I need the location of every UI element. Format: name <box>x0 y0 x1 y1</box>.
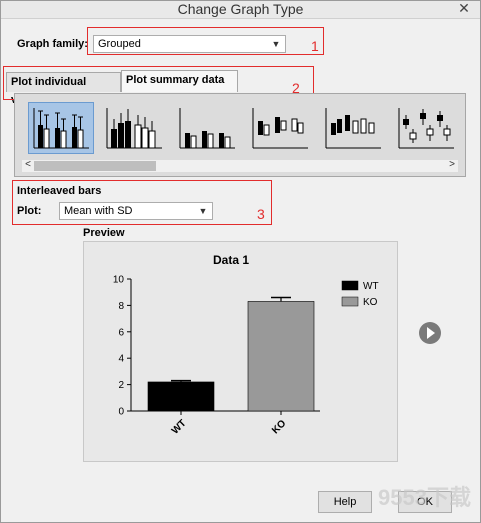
help-button[interactable]: Help <box>318 491 372 513</box>
play-circle-icon[interactable] <box>419 322 441 344</box>
grouped-thumb-5[interactable] <box>320 102 386 154</box>
y-tick-label: 6 <box>118 327 124 338</box>
annotation-number-3: 3 <box>257 206 265 222</box>
title-bar: Change Graph Type ✕ <box>0 0 481 19</box>
grouped-bars-errorbars-icon <box>33 108 89 149</box>
grouped-thumb-4[interactable] <box>247 102 313 154</box>
preview-panel: Data 1 0 2 4 6 8 10 WT KO WT KO <box>83 241 398 462</box>
y-tick-label: 10 <box>113 275 125 286</box>
chart-title: Data 1 <box>213 253 249 267</box>
watermark-logo: 9553下载 <box>378 485 471 510</box>
x-tick-label: WT <box>170 418 189 437</box>
grouped-floating-bars-icon <box>252 108 308 149</box>
grouped-thumb-6[interactable] <box>393 102 459 154</box>
grouped-thumb-2[interactable] <box>101 102 167 154</box>
y-tick-label: 0 <box>118 407 124 418</box>
grouped-thumb-1[interactable] <box>28 102 94 154</box>
preview-label: Preview <box>83 227 125 239</box>
bar-ko <box>247 301 315 412</box>
close-icon[interactable]: ✕ <box>453 0 475 16</box>
grouped-bars-simple-icon <box>179 108 235 149</box>
scroll-right-icon[interactable]: > <box>446 159 458 171</box>
grouped-box-whisker-icon <box>398 108 454 149</box>
graph-family-label: Graph family: <box>17 38 88 50</box>
annotation-box-1 <box>87 27 324 55</box>
grouped-thumb-3[interactable] <box>174 102 240 154</box>
y-tick-label: 8 <box>118 301 124 312</box>
legend-swatch-wt <box>341 280 359 291</box>
scroll-left-icon[interactable]: < <box>22 159 34 171</box>
annotation-box-3 <box>12 180 272 225</box>
grouped-floating-bars-alt-icon <box>325 108 381 149</box>
annotation-number-1: 1 <box>311 38 319 54</box>
preview-chart: Data 1 0 2 4 6 8 10 WT KO WT KO <box>113 253 379 437</box>
y-tick-label: 2 <box>118 380 124 391</box>
window-title: Change Graph Type <box>177 1 304 17</box>
bar-wt <box>147 381 215 412</box>
legend-swatch-ko <box>341 296 359 307</box>
x-tick-label: KO <box>270 418 289 437</box>
legend-label-wt: WT <box>363 281 379 292</box>
y-tick-label: 4 <box>118 354 124 365</box>
legend-label-ko: KO <box>363 297 378 308</box>
grouped-bars-multi-icon <box>106 108 162 149</box>
scrollbar-thumb[interactable] <box>34 161 156 171</box>
gallery-scrollbar[interactable]: < > <box>22 159 458 172</box>
graph-type-gallery: < > <box>14 93 466 177</box>
